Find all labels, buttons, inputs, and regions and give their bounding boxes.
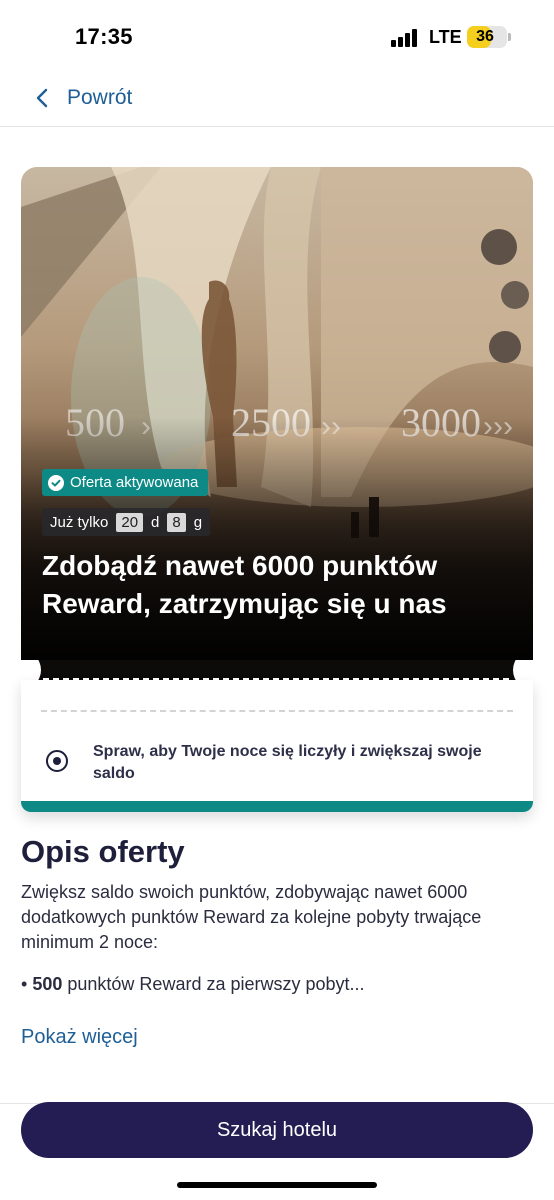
back-button[interactable]: Powrót	[67, 86, 132, 110]
badge-label: Oferta aktywowana	[70, 474, 199, 491]
bullet-marker: •	[21, 974, 28, 994]
check-circle-icon	[48, 474, 64, 491]
description-title: Opis oferty	[21, 834, 185, 869]
bullet-text: punktów Reward za pierwszy pobyt...	[67, 974, 365, 994]
description-bullet: • 500 punktów Reward za pierwszy pobyt..…	[21, 972, 365, 997]
battery-icon: 36	[467, 26, 507, 48]
description-body: Zwiększ saldo swoich punktów, zdobywając…	[21, 882, 482, 952]
battery-cap	[508, 33, 511, 41]
radio-selected-icon	[46, 750, 68, 772]
offer-info-accent-bar	[21, 801, 533, 812]
ticket-divider	[21, 660, 533, 680]
bullet-bold: 500	[32, 974, 63, 994]
nav-bar: Powrót	[0, 70, 554, 127]
home-indicator	[177, 1182, 377, 1188]
chevron-left-icon[interactable]	[32, 87, 54, 109]
network-label: LTE	[429, 27, 462, 47]
countdown-prefix: Już tylko	[50, 513, 109, 531]
countdown-hours-unit: g	[193, 513, 203, 531]
offer-title: Zdobądź nawet 6000 punktów Reward, zatrz…	[42, 550, 447, 619]
battery-level: 36	[476, 28, 494, 45]
offer-activated-badge: Oferta aktywowana	[42, 469, 209, 496]
search-hotel-button[interactable]: Szukaj hotelu	[21, 1102, 533, 1158]
countdown: Już tylko 20 d 8 g	[42, 508, 211, 536]
ticket-dash-line	[41, 710, 513, 712]
status-time: 17:35	[75, 24, 133, 49]
signal-icon	[391, 29, 417, 47]
show-more-link[interactable]: Pokaż więcej	[21, 1026, 138, 1049]
countdown-days: 20	[116, 512, 144, 532]
countdown-hours: 8	[167, 512, 186, 532]
offer-info-text: Spraw, aby Twoje noce się liczyły i zwię…	[93, 743, 482, 782]
status-bar: 17:35 LTE 36	[0, 0, 554, 70]
countdown-days-unit: d	[151, 513, 160, 531]
